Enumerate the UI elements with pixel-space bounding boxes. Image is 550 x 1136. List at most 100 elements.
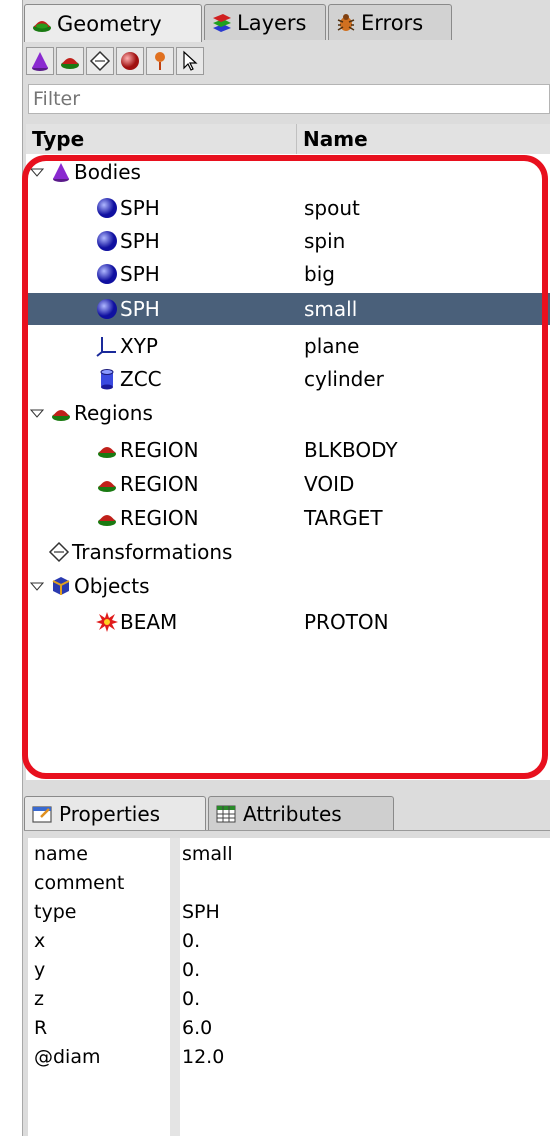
tree-group-regions[interactable]: Regions — [26, 397, 550, 429]
cylinder-icon — [100, 369, 114, 390]
row-type: REGION — [120, 438, 199, 462]
property-value[interactable]: 12.0 — [182, 1043, 224, 1072]
property-key: comment — [34, 872, 125, 894]
row-type: BEAM — [120, 610, 178, 634]
tree-row[interactable]: BEAM PROTON — [26, 606, 550, 638]
row-type: ZCC — [120, 367, 162, 391]
expand-arrow-icon[interactable] — [30, 165, 44, 179]
type-column-header[interactable]: Type — [32, 124, 84, 154]
row-type: SPH — [120, 262, 160, 286]
property-row[interactable]: x 0. — [28, 927, 550, 956]
row-name: cylinder — [304, 367, 384, 391]
region-icon — [52, 410, 70, 421]
row-name: spin — [304, 229, 346, 253]
row-type: SPH — [120, 229, 160, 253]
tree-row[interactable]: SPH spout — [26, 192, 550, 224]
tab-attributes[interactable]: Attributes — [208, 796, 394, 830]
tab-layers[interactable]: Layers — [204, 4, 326, 40]
row-name: BLKBODY — [304, 438, 398, 462]
property-value[interactable]: 6.0 — [182, 1014, 212, 1043]
property-row[interactable]: z 0. — [28, 985, 550, 1014]
row-name: PROTON — [304, 610, 389, 634]
tab-geometry[interactable]: Geometry — [24, 4, 202, 42]
tab-geometry-label: Geometry — [57, 11, 162, 36]
add-body-button[interactable] — [26, 47, 54, 75]
property-key: type — [34, 901, 77, 923]
tree-row[interactable]: REGION VOID — [26, 468, 550, 500]
properties-table: name small comment type SPH x 0. y 0. z … — [28, 838, 550, 1136]
plane-axes-icon — [96, 337, 116, 357]
property-row[interactable]: R 6.0 — [28, 1014, 550, 1043]
property-key: name — [34, 843, 88, 865]
beam-burst-icon — [96, 612, 118, 632]
bug-icon — [337, 13, 355, 31]
tree-row-selected[interactable]: SPH small — [26, 293, 550, 325]
add-marker-button[interactable] — [146, 47, 174, 75]
tab-layers-label: Layers — [237, 10, 307, 35]
attributes-table-icon — [216, 805, 236, 822]
sphere-icon — [97, 231, 117, 251]
tree-row[interactable]: SPH spin — [26, 225, 550, 257]
tree-group-objects[interactable]: Objects — [26, 570, 550, 602]
add-object-button[interactable] — [116, 47, 144, 75]
tab-properties-label: Properties — [59, 801, 161, 826]
row-name: small — [304, 297, 358, 321]
tree-row[interactable]: REGION TARGET — [26, 502, 550, 534]
cone-icon — [53, 163, 69, 182]
tree-row[interactable]: XYP plane — [26, 330, 550, 362]
property-row[interactable]: name small — [28, 840, 550, 869]
row-name: plane — [304, 334, 360, 358]
tree-row[interactable]: REGION BLKBODY — [26, 434, 550, 466]
property-key: @diam — [34, 1046, 101, 1068]
tree-row[interactable]: SPH big — [26, 258, 550, 290]
expand-arrow-icon[interactable] — [30, 579, 44, 593]
property-value[interactable]: SPH — [182, 898, 220, 927]
row-type: REGION — [120, 506, 199, 530]
tree-group-label: Objects — [74, 574, 150, 598]
tab-errors[interactable]: Errors — [328, 4, 452, 40]
name-column-header[interactable]: Name — [296, 124, 368, 154]
property-key: y — [34, 959, 46, 981]
select-button[interactable] — [176, 47, 204, 75]
expand-arrow-icon[interactable] — [30, 406, 44, 420]
property-value[interactable]: 0. — [182, 956, 200, 985]
property-value[interactable]: small — [182, 840, 233, 869]
region-icon — [61, 58, 79, 69]
tab-attributes-label: Attributes — [243, 801, 342, 826]
tree-row[interactable]: ZCC cylinder — [26, 363, 550, 395]
property-row[interactable]: y 0. — [28, 956, 550, 985]
pointer-icon — [183, 50, 198, 71]
region-icon — [98, 447, 116, 458]
row-name: big — [304, 262, 335, 286]
tree-group-bodies[interactable]: Bodies — [26, 156, 550, 188]
property-row[interactable]: type SPH — [28, 898, 550, 927]
objects-icon — [52, 577, 70, 595]
row-type: XYP — [120, 334, 158, 358]
row-name: VOID — [304, 472, 355, 496]
property-value[interactable]: 0. — [182, 985, 200, 1014]
sphere-icon — [97, 198, 117, 218]
pin-icon — [155, 52, 165, 70]
filter-input[interactable] — [28, 84, 550, 114]
row-name: spout — [304, 196, 360, 220]
add-transformation-button[interactable] — [86, 47, 114, 75]
layers-icon — [213, 13, 231, 32]
row-name: TARGET — [304, 506, 383, 530]
tree-group-label: Transformations — [72, 540, 233, 564]
tab-errors-label: Errors — [361, 10, 424, 35]
region-icon — [33, 20, 51, 32]
tree-header: Type Name — [26, 124, 550, 155]
sphere-icon — [97, 264, 117, 284]
property-row[interactable]: comment — [28, 869, 550, 898]
property-key: R — [34, 1017, 48, 1039]
tab-properties[interactable]: Properties — [24, 796, 206, 830]
property-value[interactable]: 0. — [182, 927, 200, 956]
transform-icon — [89, 50, 111, 72]
row-type: REGION — [120, 472, 199, 496]
add-region-button[interactable] — [56, 47, 84, 75]
tree-group-transformations[interactable]: Transformations — [26, 536, 550, 568]
property-row[interactable]: @diam 12.0 — [28, 1043, 550, 1072]
bottom-tab-bar: Properties Attributes — [24, 796, 550, 831]
region-icon — [98, 481, 116, 492]
row-type: SPH — [120, 196, 160, 220]
